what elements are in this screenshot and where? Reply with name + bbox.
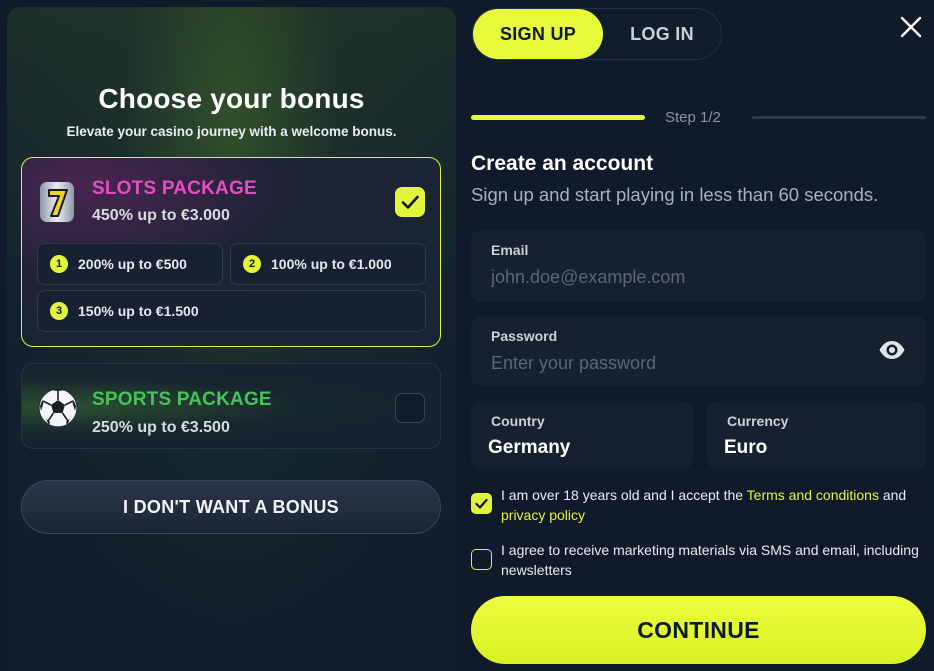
- step-label: Step 1/2: [665, 109, 721, 126]
- slots-package-card[interactable]: SLOTS PACKAGE 450% up to €3.000 1 200% u…: [21, 157, 441, 347]
- country-select[interactable]: Country Germany: [471, 401, 693, 469]
- terms-text-and: and: [878, 487, 907, 503]
- terms-link[interactable]: Terms and conditions: [747, 487, 879, 503]
- tier-number-badge: 2: [243, 255, 261, 273]
- checkmark-icon: [475, 498, 488, 509]
- slots-package-checkbox[interactable]: [395, 187, 425, 217]
- sports-package-card[interactable]: SPORTS PACKAGE 250% up to €3.500: [21, 363, 441, 449]
- terms-text: I am over 18 years old and I accept the …: [501, 485, 929, 525]
- terms-text-before: I am over 18 years old and I accept the: [501, 487, 747, 503]
- bonus-title: Choose your bonus: [98, 83, 365, 114]
- tab-log-in[interactable]: LOG IN: [603, 9, 721, 59]
- slots-package-name: SLOTS PACKAGE: [92, 178, 257, 199]
- soccer-ball-icon: [38, 388, 78, 428]
- currency-label: Currency: [727, 413, 789, 429]
- checkmark-icon: [401, 195, 419, 209]
- tier-label: 200% up to €500: [78, 256, 187, 272]
- step-progress-empty: [752, 116, 926, 119]
- tier-label: 150% up to €1.500: [78, 303, 199, 319]
- bonus-panel: Choose your bonus Elevate your casino jo…: [7, 7, 456, 671]
- tier-number-badge: 1: [50, 255, 68, 273]
- slots-package-offer: 450% up to €3.000: [92, 207, 230, 224]
- form-title: Create an account: [471, 152, 654, 175]
- bonus-subtitle: Elevate your casino journey with a welco…: [66, 124, 397, 139]
- slots-tier-1: 1 200% up to €500: [37, 243, 223, 285]
- no-bonus-button[interactable]: I DON'T WANT A BONUS: [21, 480, 441, 534]
- continue-button[interactable]: CONTINUE: [471, 596, 926, 664]
- slot-seven-icon: [40, 182, 74, 222]
- tier-number-badge: 3: [50, 302, 68, 320]
- currency-value: Euro: [724, 437, 768, 458]
- country-value: Germany: [488, 437, 571, 458]
- sports-package-checkbox[interactable]: [395, 393, 425, 423]
- slots-tier-3: 3 150% up to €1.500: [37, 290, 426, 332]
- country-label: Country: [491, 413, 545, 429]
- privacy-link[interactable]: privacy policy: [501, 507, 585, 523]
- step-progress-filled: [471, 115, 645, 120]
- currency-select[interactable]: Currency Euro: [707, 401, 926, 469]
- email-input[interactable]: [491, 264, 876, 290]
- terms-checkbox[interactable]: [471, 493, 492, 514]
- form-subtitle: Sign up and start playing in less than 6…: [471, 184, 879, 205]
- tab-sign-up[interactable]: SIGN UP: [473, 9, 603, 59]
- marketing-text: I agree to receive marketing materials v…: [501, 542, 919, 578]
- sports-package-offer: 250% up to €3.500: [92, 419, 230, 436]
- password-label: Password: [491, 328, 558, 344]
- password-input[interactable]: [491, 350, 876, 376]
- marketing-checkbox[interactable]: [471, 549, 492, 570]
- tier-label: 100% up to €1.000: [271, 256, 392, 272]
- close-icon[interactable]: [898, 14, 924, 40]
- email-field: Email: [471, 230, 926, 302]
- password-field: Password: [471, 316, 926, 386]
- auth-tabs: SIGN UP LOG IN: [472, 8, 722, 60]
- email-label: Email: [491, 242, 529, 258]
- eye-icon[interactable]: [878, 338, 906, 362]
- sports-package-name: SPORTS PACKAGE: [92, 389, 272, 410]
- slots-tier-2: 2 100% up to €1.000: [230, 243, 426, 285]
